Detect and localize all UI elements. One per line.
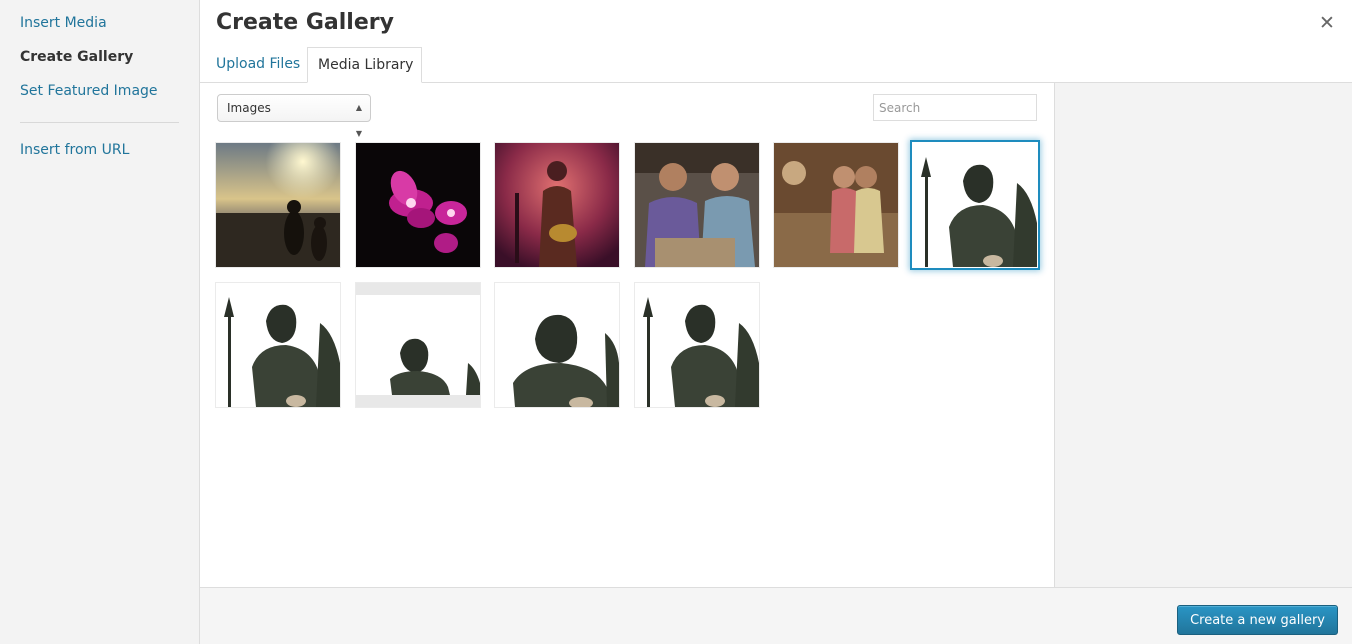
statue-photo xyxy=(913,143,1037,267)
statue-photo-zoomed xyxy=(495,283,619,407)
orchid-photo xyxy=(356,143,480,267)
menu-separator xyxy=(20,122,179,123)
media-frame-toolbar: Create a new gallery xyxy=(200,587,1352,644)
attachment-thumbnail[interactable] xyxy=(774,143,898,267)
statue-photo xyxy=(635,283,759,407)
tab-media-library[interactable]: Media Library xyxy=(307,47,422,83)
menu-item-set-featured-image[interactable]: Set Featured Image xyxy=(20,83,158,99)
menu-item-create-gallery[interactable]: Create Gallery xyxy=(20,49,133,65)
create-gallery-button[interactable]: Create a new gallery xyxy=(1177,605,1338,635)
media-type-filter-select[interactable]: Images ▲ ▼ xyxy=(217,94,371,138)
close-button[interactable]: ✕ xyxy=(1318,12,1336,34)
filter-selected-value: Images xyxy=(227,101,271,115)
close-icon: ✕ xyxy=(1319,12,1335,34)
attachment-thumbnail[interactable] xyxy=(216,283,340,407)
menu-item-insert-media[interactable]: Insert Media xyxy=(20,15,107,31)
attachment-thumbnail[interactable] xyxy=(495,283,619,407)
family-photo xyxy=(635,143,759,267)
page-title: Create Gallery xyxy=(216,10,394,35)
select-arrows-icon: ▲ ▼ xyxy=(355,103,362,138)
attachment-thumbnail[interactable] xyxy=(635,283,759,407)
statue-photo xyxy=(216,283,340,407)
tab-upload-files[interactable]: Upload Files xyxy=(208,47,308,83)
media-menu-sidebar: Insert Media Create Gallery Set Featured… xyxy=(0,0,200,644)
sunset-photo xyxy=(216,143,340,267)
attachment-thumbnail[interactable] xyxy=(495,143,619,267)
attachment-details-sidebar xyxy=(1055,83,1352,587)
attachment-thumbnail[interactable] xyxy=(635,143,759,267)
women-on-sofa-photo xyxy=(774,143,898,267)
singer-photo xyxy=(495,143,619,267)
menu-item-insert-from-url[interactable]: Insert from URL xyxy=(20,142,129,158)
search-input[interactable] xyxy=(873,94,1037,121)
attachment-thumbnail[interactable] xyxy=(356,283,480,407)
statue-photo-cropped xyxy=(356,283,480,407)
attachment-thumbnail[interactable] xyxy=(356,143,480,267)
attachment-thumbnail[interactable] xyxy=(216,143,340,267)
attachment-thumbnail-selected[interactable] xyxy=(913,143,1037,267)
